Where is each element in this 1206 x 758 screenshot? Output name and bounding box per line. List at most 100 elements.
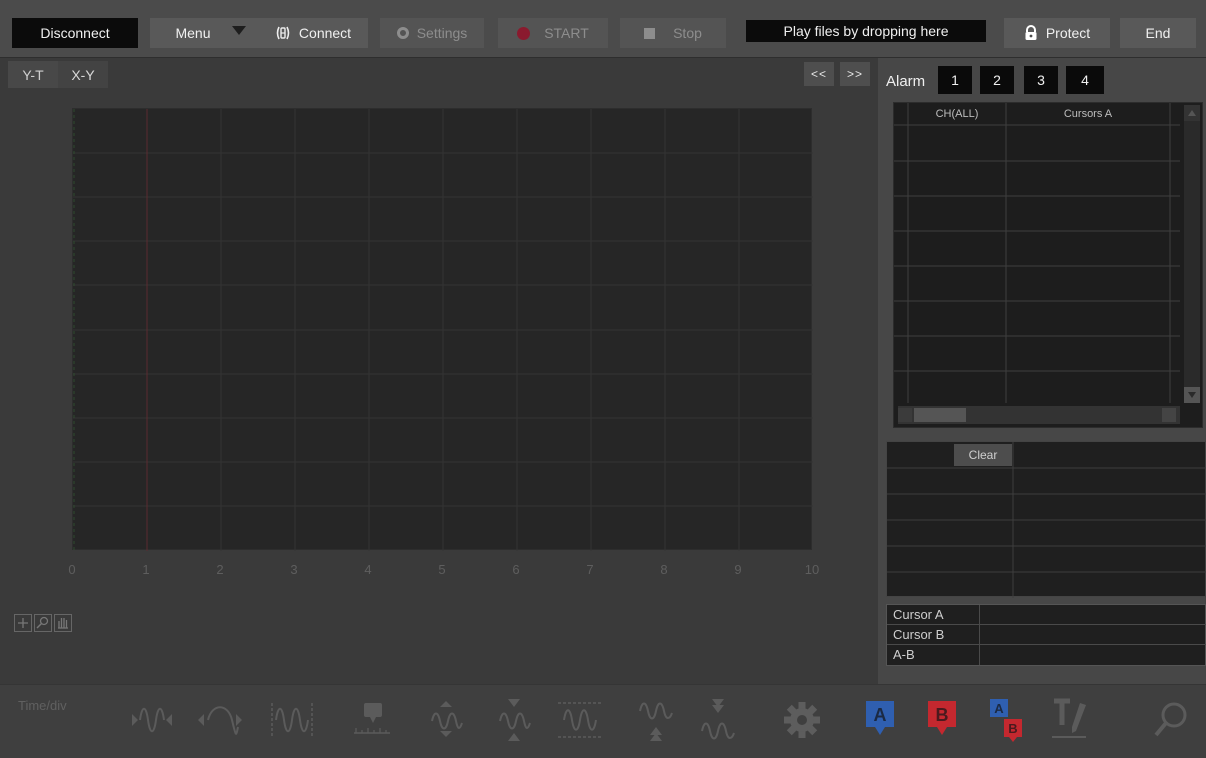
zoom-in-icon[interactable] <box>14 614 32 632</box>
cursor-ab-icon[interactable]: AB <box>976 694 1032 746</box>
column-header-channel[interactable]: CH(ALL) <box>908 103 1006 125</box>
x-tick: 0 <box>68 562 76 577</box>
settings-label: Settings <box>416 25 468 41</box>
compress-waveform-icon[interactable] <box>192 694 248 746</box>
x-tick: 7 <box>586 562 594 577</box>
x-tick: 10 <box>804 562 820 577</box>
connect-button[interactable]: Connect <box>258 18 368 48</box>
x-tick: 5 <box>438 562 446 577</box>
fit-vertical-icon[interactable] <box>552 694 608 746</box>
alarm-button-label: 3 <box>1037 72 1045 88</box>
settings-icon <box>396 27 409 39</box>
column-header-label: CH(ALL) <box>935 108 979 120</box>
disconnect-label: Disconnect <box>40 25 110 41</box>
drop-zone-label: Play files by dropping here <box>783 23 949 39</box>
scroll-right-icon[interactable] <box>1162 408 1176 422</box>
x-tick: 1 <box>142 562 150 577</box>
horizontal-scrollbar[interactable] <box>898 406 1180 424</box>
stop-icon <box>644 27 656 39</box>
cursor-row-label: Cursor A <box>893 607 944 622</box>
scroll-up-icon[interactable] <box>1184 105 1200 121</box>
channel-data-table[interactable]: CH(ALL) Cursors A <box>893 102 1203 428</box>
cursor-row-b: Cursor B <box>887 625 1206 645</box>
next-page-button[interactable]: >> <box>840 62 870 86</box>
waveform-plot[interactable] <box>72 108 813 551</box>
svg-text:B: B <box>936 705 949 725</box>
fit-waveform-icon[interactable] <box>264 694 320 746</box>
tab-xy-label: X-Y <box>71 66 95 83</box>
x-tick: 6 <box>512 562 520 577</box>
zoom-box-icon[interactable] <box>34 614 52 632</box>
x-tick: 9 <box>734 562 742 577</box>
cursor-row-a: Cursor A <box>887 605 1206 625</box>
scroll-thumb[interactable] <box>914 408 966 422</box>
position-down-icon[interactable] <box>690 694 746 746</box>
alarm-button-label: 1 <box>951 72 959 88</box>
menu-button[interactable]: Menu <box>150 18 258 48</box>
start-label: START <box>544 25 589 41</box>
x-tick: 2 <box>216 562 224 577</box>
disconnect-button[interactable]: Disconnect <box>12 18 138 48</box>
time-div-label: Time/div <box>18 698 67 713</box>
column-header-label: Cursors A <box>1063 108 1113 120</box>
alarm-button-4[interactable]: 4 <box>1066 66 1104 94</box>
protect-label: Protect <box>1045 25 1091 41</box>
tab-yt-label: Y-T <box>22 66 44 83</box>
clear-label: Clear <box>968 448 998 462</box>
cursor-readout-table: Cursor A Cursor B A-B <box>886 604 1206 666</box>
cursor-b-icon[interactable]: B <box>914 694 970 746</box>
svg-text:A: A <box>874 705 887 725</box>
tab-yt[interactable]: Y-T <box>8 61 58 88</box>
clear-button[interactable]: Clear <box>954 444 1012 466</box>
alarm-button-2[interactable]: 2 <box>980 66 1014 94</box>
lock-icon <box>1025 25 1037 40</box>
settings-gear-icon[interactable] <box>774 694 830 746</box>
cursor-row-label: A-B <box>893 647 915 662</box>
column-header-cursor-a[interactable]: Cursors A <box>1006 103 1170 125</box>
cursor-row-label: Cursor B <box>893 627 945 642</box>
next-page-label: >> <box>846 67 863 81</box>
shrink-vertical-icon[interactable] <box>486 694 542 746</box>
comment-icon[interactable] <box>344 694 400 746</box>
scroll-left-icon[interactable] <box>898 408 912 422</box>
plot-grid <box>73 109 813 551</box>
search-icon[interactable] <box>1142 694 1198 746</box>
scroll-down-icon[interactable] <box>1184 387 1200 403</box>
marker-table-grid <box>887 442 1206 598</box>
record-icon <box>517 26 531 40</box>
alarm-button-1[interactable]: 1 <box>938 66 972 94</box>
marker-table[interactable] <box>886 441 1206 598</box>
vertical-scrollbar[interactable] <box>1184 105 1200 403</box>
x-tick: 8 <box>660 562 668 577</box>
move-up-down-icon[interactable] <box>418 694 474 746</box>
chevron-down-icon <box>232 26 246 35</box>
svg-text:B: B <box>1008 721 1017 736</box>
cursor-row-ab: A-B <box>887 645 1206 665</box>
position-up-icon[interactable] <box>628 694 684 746</box>
pan-hand-icon[interactable] <box>54 614 72 632</box>
end-label: End <box>1145 25 1171 41</box>
start-button[interactable]: START <box>498 18 608 48</box>
prev-page-label: << <box>810 67 827 81</box>
prev-page-button[interactable]: << <box>804 62 834 86</box>
cursor-a-icon[interactable]: A <box>852 694 908 746</box>
stop-label: Stop <box>673 25 702 41</box>
alarm-button-label: 2 <box>993 72 1001 88</box>
stop-button[interactable]: Stop <box>620 18 726 48</box>
expand-waveform-icon[interactable] <box>124 694 180 746</box>
drop-zone[interactable]: Play files by dropping here <box>746 20 986 42</box>
tab-xy[interactable]: X-Y <box>58 61 108 88</box>
menu-label: Menu <box>175 25 211 41</box>
alarm-button-3[interactable]: 3 <box>1024 66 1058 94</box>
connect-label: Connect <box>298 25 352 41</box>
text-annotate-icon[interactable] <box>1040 694 1096 746</box>
settings-button[interactable]: Settings <box>380 18 484 48</box>
x-tick: 4 <box>364 562 372 577</box>
protect-button[interactable]: Protect <box>1004 18 1110 48</box>
zoom-tools <box>14 614 100 632</box>
channel-table-grid <box>894 103 1180 403</box>
connect-icon <box>276 26 290 40</box>
alarm-label: Alarm <box>886 73 926 90</box>
end-button[interactable]: End <box>1120 18 1196 48</box>
x-tick: 3 <box>290 562 298 577</box>
